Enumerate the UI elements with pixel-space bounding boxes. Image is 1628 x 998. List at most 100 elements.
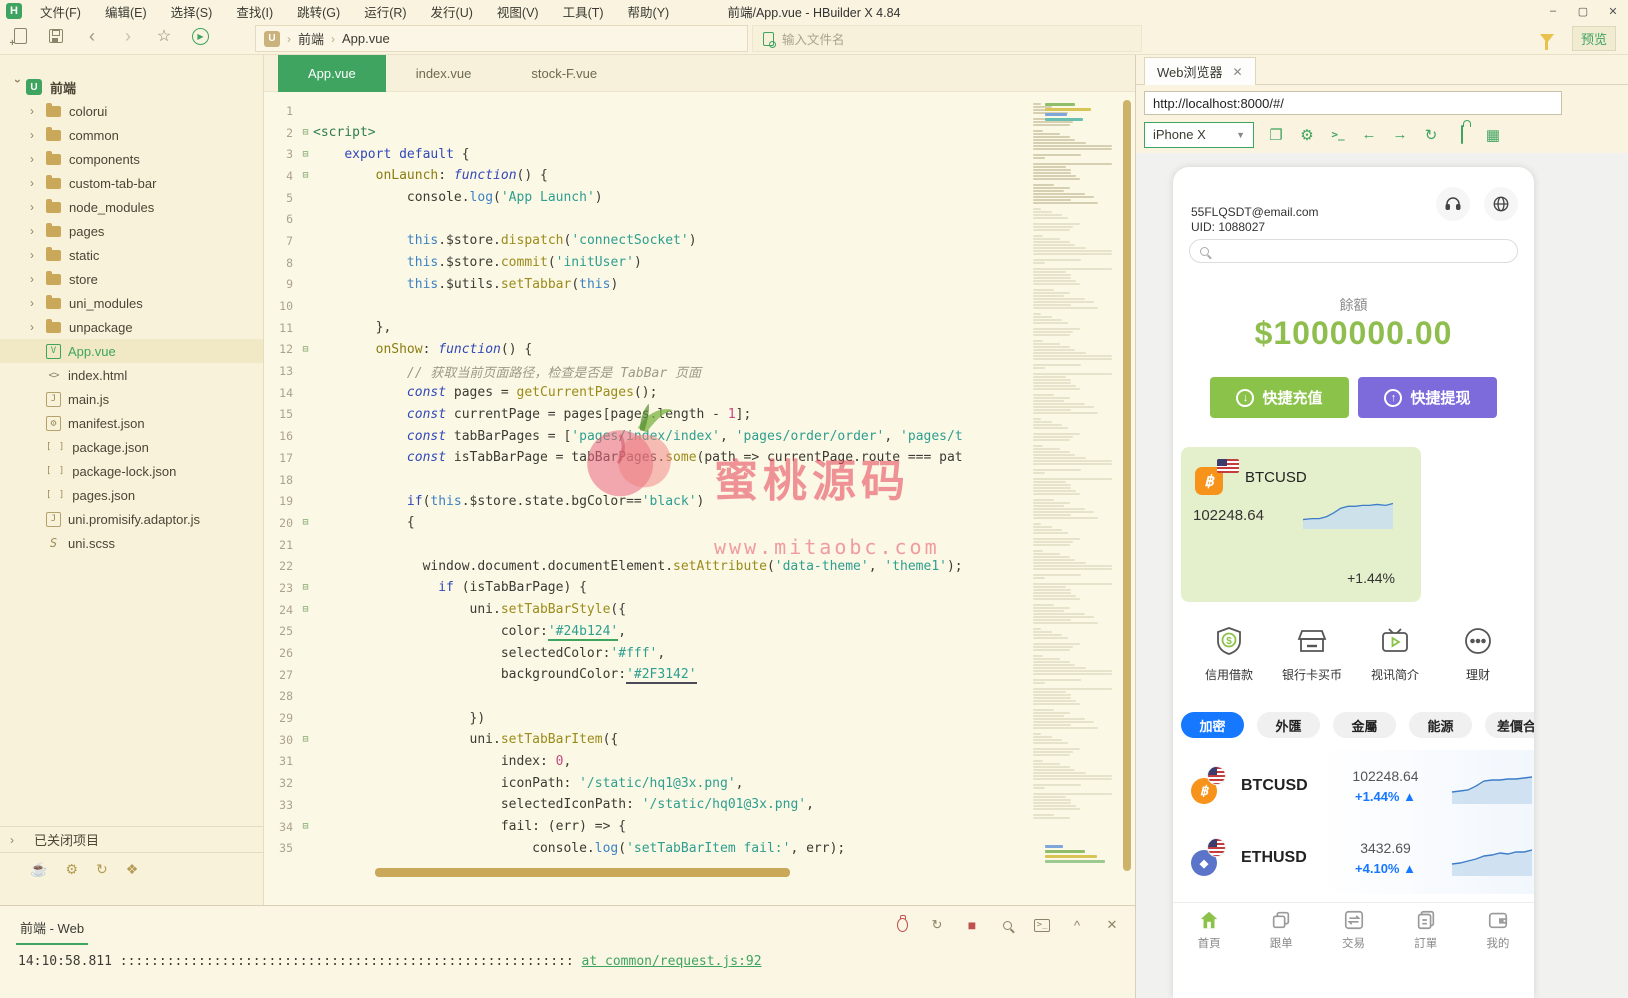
code-line[interactable]: 28: [268, 686, 1031, 708]
code-line[interactable]: 29 }): [268, 707, 1031, 729]
file-item[interactable]: ⚙ manifest.json: [0, 411, 263, 435]
code-line[interactable]: 30⊟ uni.setTabBarItem({: [268, 729, 1031, 751]
code-line[interactable]: 9 this.$utils.setTabbar(this): [268, 274, 1031, 296]
browser-tab[interactable]: Web浏览器 ✕: [1144, 57, 1256, 85]
sidebar-tool-icon[interactable]: ↻: [96, 861, 108, 878]
code-line[interactable]: 35 console.log('setTabBarItem fail:', er…: [268, 837, 1031, 859]
file-item[interactable]: V App.vue: [0, 339, 263, 363]
menu-item[interactable]: 帮助(Y): [618, 0, 680, 23]
category-pill[interactable]: 加密: [1181, 712, 1244, 738]
menu-item[interactable]: 编辑(E): [95, 0, 157, 23]
open-external-icon[interactable]: ❐: [1267, 126, 1285, 144]
code-line[interactable]: 22 window.document.documentElement.setAt…: [268, 555, 1031, 577]
file-item[interactable]: [ ] package.json: [0, 435, 263, 459]
closed-projects-section[interactable]: › 已关闭项目: [0, 826, 263, 852]
restart-icon[interactable]: ↻: [928, 916, 946, 934]
chevron-right-icon[interactable]: ›: [30, 272, 46, 286]
tab-orders[interactable]: 訂單: [1390, 903, 1462, 957]
folder-item[interactable]: › store: [0, 267, 263, 291]
code-line[interactable]: 26 selectedColor:'#fff',: [268, 642, 1031, 664]
breadcrumb-file[interactable]: App.vue: [342, 31, 390, 46]
devtools-icon[interactable]: >_: [1329, 128, 1347, 141]
menu-item[interactable]: 发行(U): [421, 0, 483, 23]
menu-item[interactable]: 视图(V): [487, 0, 549, 23]
code-line[interactable]: 2⊟<script>: [268, 122, 1031, 144]
service-credit-loan[interactable]: $ 信用借款: [1191, 625, 1267, 683]
customer-service-headset-icon[interactable]: [1436, 187, 1470, 221]
preview-button[interactable]: 预览: [1572, 26, 1616, 51]
run-icon[interactable]: ▶: [190, 26, 210, 46]
file-item[interactable]: <> index.html: [0, 363, 263, 387]
breadcrumb-project[interactable]: 前端: [298, 29, 324, 48]
file-item[interactable]: [ ] package-lock.json: [0, 459, 263, 483]
code-line[interactable]: 19 if(this.$store.state.bgColor=='black'…: [268, 490, 1031, 512]
chevron-right-icon[interactable]: ›: [30, 176, 46, 190]
folder-item[interactable]: › custom-tab-bar: [0, 171, 263, 195]
chevron-right-icon[interactable]: ›: [30, 200, 46, 214]
window-control-button[interactable]: ✕: [1598, 0, 1628, 22]
file-item[interactable]: J main.js: [0, 387, 263, 411]
new-file-icon[interactable]: [10, 26, 30, 46]
folder-item[interactable]: › static: [0, 243, 263, 267]
code-line[interactable]: 15 const currentPage = pages[pages.lengt…: [268, 404, 1031, 426]
window-control-button[interactable]: –: [1538, 0, 1568, 22]
chevron-right-icon[interactable]: ›: [30, 104, 46, 118]
menu-item[interactable]: 选择(S): [161, 0, 223, 23]
log-source-link[interactable]: at common/request.js:92: [582, 954, 762, 969]
code-line[interactable]: 27 backgroundColor:'#2F3142': [268, 664, 1031, 686]
window-control-button[interactable]: ▢: [1568, 0, 1598, 22]
menu-item[interactable]: 文件(F): [30, 0, 91, 23]
code-line[interactable]: 31 index: 0,: [268, 751, 1031, 773]
close-panel-icon[interactable]: ✕: [1103, 916, 1121, 934]
folder-item[interactable]: › pages: [0, 219, 263, 243]
code-line[interactable]: 14 const pages = getCurrentPages();: [268, 382, 1031, 404]
app-search-input[interactable]: [1189, 239, 1518, 263]
menu-item[interactable]: 工具(T): [553, 0, 614, 23]
category-pill[interactable]: 差價合: [1485, 712, 1534, 738]
folder-item[interactable]: › components: [0, 147, 263, 171]
menu-item[interactable]: 运行(R): [354, 0, 416, 23]
service-wealth[interactable]: 理财: [1440, 625, 1516, 683]
chevron-right-icon[interactable]: ›: [30, 248, 46, 262]
project-root-item[interactable]: › U 前端: [0, 75, 263, 99]
refresh-icon[interactable]: ↻: [1422, 126, 1440, 144]
code-line[interactable]: 5 console.log('App Launch'): [268, 187, 1031, 209]
code-line[interactable]: 3⊟ export default {: [268, 143, 1031, 165]
file-item[interactable]: J uni.promisify.adaptor.js: [0, 507, 263, 531]
code-line[interactable]: 24⊟ uni.setTabBarStyle({: [268, 599, 1031, 621]
code-line[interactable]: 33 selectedIconPath: '/static/hq01@3x.pn…: [268, 794, 1031, 816]
chevron-right-icon[interactable]: ›: [30, 128, 46, 142]
filter-funnel-icon[interactable]: [1540, 34, 1554, 43]
withdraw-button[interactable]: ↑ 快捷提现: [1358, 377, 1497, 418]
console-search-icon[interactable]: [998, 916, 1016, 934]
url-input[interactable]: http://localhost:8000/#/: [1144, 91, 1562, 115]
code-line[interactable]: 6: [268, 208, 1031, 230]
sidebar-tool-icon[interactable]: ⚙: [65, 861, 78, 878]
minimap[interactable]: [1033, 100, 1117, 875]
file-item[interactable]: S uni.scss: [0, 531, 263, 555]
code-area[interactable]: 12⊟<script>3⊟ export default {4⊟ onLaunc…: [268, 100, 1031, 875]
code-line[interactable]: 13 // 获取当前页面路径，检查是否是 TabBar 页面: [268, 360, 1031, 382]
code-line[interactable]: 4⊟ onLaunch: function() {: [268, 165, 1031, 187]
code-line[interactable]: 17 const isTabBarPage = tabBarPages.some…: [268, 447, 1031, 469]
tab-home[interactable]: 首頁: [1173, 903, 1245, 957]
collapse-panel-icon[interactable]: ^: [1068, 916, 1086, 934]
nav-forward-icon[interactable]: ›: [118, 26, 138, 46]
menu-item[interactable]: 查找(I): [226, 0, 283, 23]
debug-bug-icon[interactable]: [893, 916, 911, 934]
featured-market-card[interactable]: ฿ BTCUSD 102248.64 +1.44%: [1181, 447, 1421, 602]
device-select[interactable]: iPhone X ▼: [1144, 122, 1254, 148]
editor-tab[interactable]: App.vue: [278, 55, 386, 92]
bookmark-star-icon[interactable]: ☆: [154, 26, 174, 46]
service-card-buy[interactable]: 银行卡买币: [1274, 625, 1350, 683]
code-line[interactable]: 10: [268, 295, 1031, 317]
code-line[interactable]: 18: [268, 469, 1031, 491]
editor-vertical-scrollbar[interactable]: [1123, 100, 1131, 871]
chevron-right-icon[interactable]: ›: [30, 320, 46, 334]
code-line[interactable]: 8 this.$store.commit('initUser'): [268, 252, 1031, 274]
language-globe-icon[interactable]: [1484, 187, 1518, 221]
code-line[interactable]: 21: [268, 534, 1031, 556]
qr-grid-icon[interactable]: ▦: [1484, 126, 1502, 144]
console-tab[interactable]: 前端 - Web: [16, 914, 88, 945]
forward-arrow-icon[interactable]: →: [1391, 126, 1409, 143]
